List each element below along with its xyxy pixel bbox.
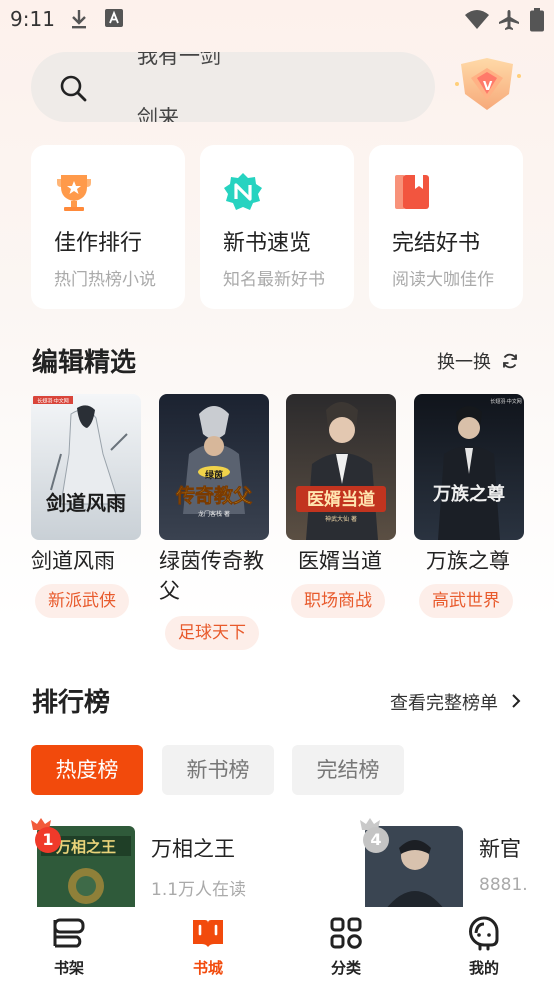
quick-link-title: 新书速览 (223, 231, 312, 256)
nav-label: 分类 (330, 959, 361, 977)
cover-small: 绿茵 (205, 469, 223, 481)
search-suggestion-next: 剑来 (137, 106, 179, 122)
bottom-navigation: 书架 书城 分类 我的 (0, 907, 554, 984)
cover-author: 龙门客栈 著 (198, 510, 230, 518)
refresh-icon (503, 353, 517, 369)
book-tag[interactable]: 职场商战 (291, 584, 385, 618)
nav-bookshelf[interactable]: 书架 (19, 907, 119, 984)
quick-link-title: 佳作排行 (54, 231, 143, 256)
nav-category[interactable]: 分类 (296, 907, 396, 984)
quick-link-subtitle: 知名最新好书 (223, 270, 325, 290)
ranking-title[interactable]: 万相之王 (151, 833, 235, 863)
cover-small: 神武大仙 著 (325, 515, 357, 523)
svg-text:V: V (483, 79, 493, 93)
cover-title: 医婿当道 (307, 489, 375, 510)
quick-link-title: 完结好书 (392, 231, 481, 256)
book-title[interactable]: 绿茵传奇教父 (159, 546, 281, 606)
wifi-icon (465, 10, 489, 29)
search-bar[interactable]: 我有一剑 剑来 (31, 52, 435, 122)
quick-link-completed[interactable]: 完结好书 阅读大咖佳作 (369, 145, 523, 309)
search-suggestion-ticker[interactable]: 我有一剑 剑来 (137, 52, 417, 122)
cover-title: 万族之尊 (432, 483, 505, 505)
book-title[interactable]: 万族之尊 (426, 546, 548, 576)
new-badge-icon (224, 173, 262, 210)
book-cover[interactable]: 万族之尊 长翅羽·中文网 (414, 394, 524, 540)
ranking-readers: 1.1万人在读 (151, 880, 247, 900)
chevron-right-icon (512, 694, 521, 708)
tab-hot[interactable]: 热度榜 (31, 745, 143, 795)
book-cover[interactable]: 医婿当道 神武大仙 著 (286, 394, 396, 540)
view-full-rankings-label: 查看完整榜单 (390, 693, 498, 714)
view-full-rankings-link[interactable]: 查看完整榜单 (390, 689, 521, 715)
bookshelf-icon (53, 918, 85, 948)
book-title[interactable]: 剑道风雨 (31, 546, 153, 576)
nav-bookstore[interactable]: 书城 (158, 907, 258, 984)
trophy-icon (57, 175, 91, 211)
cover-title: 剑道风雨 (45, 491, 126, 515)
cover-title: 万相之王 (55, 838, 116, 856)
book-tag[interactable]: 高武世界 (419, 584, 513, 618)
battery-icon (530, 8, 544, 32)
airplane-icon (499, 10, 519, 30)
vip-crown-icon[interactable]: V (449, 54, 525, 118)
quick-link-subtitle: 阅读大咖佳作 (392, 270, 494, 290)
book-cover[interactable]: 剑道风雨 长翅羽·中文网 (31, 394, 141, 540)
book-bookmark-icon (395, 175, 429, 209)
ranking-readers: 8881. (479, 875, 528, 895)
refresh-button[interactable]: 换一换 (437, 348, 517, 374)
cover-title: 传奇教父 (175, 484, 253, 507)
status-time: 9:11 (10, 7, 55, 31)
quick-link-ranking[interactable]: 佳作排行 热门热榜小说 (31, 145, 185, 309)
search-suggestion-prev: 我有一剑 (137, 52, 221, 68)
profile-icon (469, 916, 499, 951)
quick-link-new-books[interactable]: 新书速览 知名最新好书 (200, 145, 354, 309)
quick-link-subtitle: 热门热榜小说 (54, 270, 156, 290)
a-icon (105, 9, 123, 27)
nav-label: 书城 (192, 959, 223, 977)
category-grid-icon (330, 917, 362, 949)
cover-publisher: 长翅羽·中文网 (490, 398, 522, 405)
book-cover[interactable]: 绿茵 传奇教父 龙门客栈 著 (159, 394, 269, 540)
ranking-title[interactable]: 新官 (479, 833, 521, 863)
status-bar: 9:11 (0, 0, 554, 38)
book-title[interactable]: 医婿当道 (298, 546, 420, 576)
book-tag[interactable]: 新派武侠 (35, 584, 129, 618)
nav-profile[interactable]: 我的 (434, 907, 534, 984)
section-title-editor-picks: 编辑精选 (32, 348, 137, 378)
rank-number: 1 (35, 827, 61, 853)
nav-label: 书架 (53, 959, 84, 977)
refresh-label: 换一换 (437, 352, 491, 373)
cover-publisher: 长翅羽·中文网 (37, 398, 69, 405)
rank-number: 4 (363, 827, 389, 853)
bookstore-icon (193, 920, 223, 947)
search-icon (60, 75, 87, 102)
download-icon (72, 10, 86, 29)
tab-new[interactable]: 新书榜 (162, 745, 274, 795)
section-title-rankings: 排行榜 (32, 688, 111, 718)
tab-completed[interactable]: 完结榜 (292, 745, 404, 795)
nav-label: 我的 (468, 959, 499, 977)
book-tag[interactable]: 足球天下 (165, 616, 259, 650)
